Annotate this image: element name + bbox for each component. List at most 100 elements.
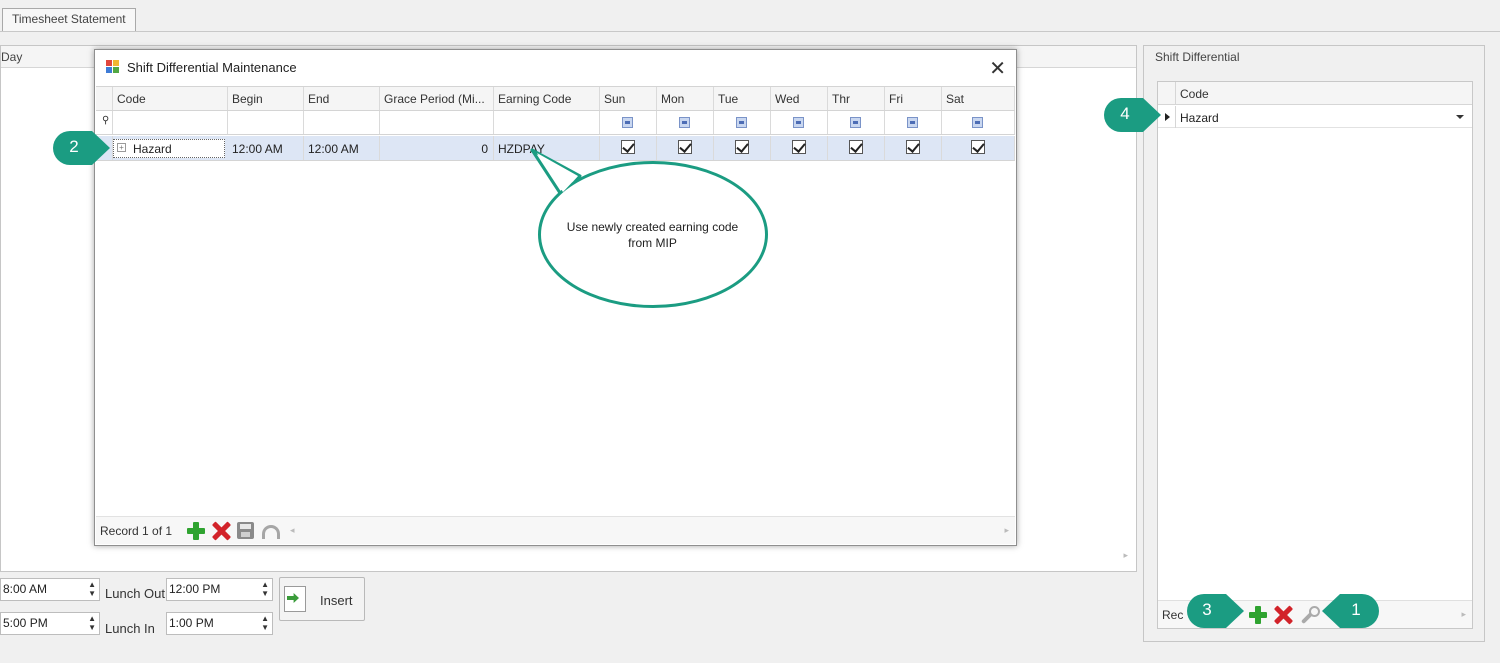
- cell-earning-code[interactable]: HZDPAY: [494, 136, 600, 160]
- panel-title: Shift Differential: [1155, 50, 1240, 64]
- column-header-thr[interactable]: Thr: [828, 87, 885, 110]
- code-value[interactable]: Hazard: [1180, 111, 1219, 125]
- filter-pin-icon: ⚲: [102, 115, 110, 126]
- time-out-field[interactable]: 5:00 PM ▲ ▼: [0, 612, 100, 635]
- shift-differential-panel: Shift Differential Code Hazard Rec ▸: [1143, 45, 1485, 642]
- column-header-sat[interactable]: Sat: [942, 87, 1015, 110]
- time-out-value: 5:00 PM: [3, 616, 48, 630]
- filter-checkbox-icon[interactable]: [736, 117, 747, 128]
- wed-checkbox[interactable]: [792, 140, 806, 154]
- time-out-spinner-icon[interactable]: ▲ ▼: [88, 614, 96, 632]
- filter-checkbox-icon[interactable]: [622, 117, 633, 128]
- cell-tue[interactable]: [714, 136, 771, 160]
- time-in-field[interactable]: 8:00 AM ▲ ▼: [0, 578, 100, 601]
- time-in-spinner-icon[interactable]: ▲ ▼: [88, 580, 96, 598]
- insert-button-label: Insert: [320, 593, 353, 608]
- filter-sat[interactable]: [942, 111, 1015, 134]
- shift-differential-table: Code Begin End Grace Period (Mi... Earni…: [96, 86, 1015, 518]
- cell-sat[interactable]: [942, 136, 1015, 160]
- filter-tue[interactable]: [714, 111, 771, 134]
- dialog-titlebar[interactable]: Shift Differential Maintenance ✕: [95, 50, 1016, 85]
- cell-sun[interactable]: [600, 136, 657, 160]
- filter-end[interactable]: [304, 111, 380, 134]
- close-icon[interactable]: ✕: [989, 56, 1006, 80]
- filter-checkbox-icon[interactable]: [850, 117, 861, 128]
- grid-header: Code: [1158, 82, 1472, 105]
- table-row[interactable]: Hazard: [1158, 106, 1472, 128]
- filter-thr[interactable]: [828, 111, 885, 134]
- filter-code[interactable]: [113, 111, 228, 134]
- scroll-right-arrow-icon[interactable]: ▸: [1004, 525, 1009, 536]
- scroll-right-arrow-icon[interactable]: ▸: [1461, 609, 1466, 620]
- callout-number: 1: [1351, 600, 1361, 619]
- delete-icon[interactable]: [1274, 606, 1292, 624]
- column-header-begin[interactable]: Begin: [228, 87, 304, 110]
- add-icon[interactable]: [1249, 606, 1267, 624]
- filter-checkbox-icon[interactable]: [907, 117, 918, 128]
- column-header-tue[interactable]: Tue: [714, 87, 771, 110]
- record-count-text: Rec: [1162, 608, 1184, 622]
- column-header-earning-code[interactable]: Earning Code: [494, 87, 600, 110]
- row-indicator-header: [96, 87, 113, 110]
- thr-checkbox[interactable]: [849, 140, 863, 154]
- cell-wed[interactable]: [771, 136, 828, 160]
- delete-icon[interactable]: [212, 522, 230, 540]
- chevron-down-icon[interactable]: [1456, 115, 1464, 119]
- filter-checkbox-icon[interactable]: [679, 117, 690, 128]
- dialog-title: Shift Differential Maintenance: [127, 60, 297, 75]
- column-header-day[interactable]: Day: [1, 50, 22, 64]
- cell-begin[interactable]: 12:00 AM: [228, 136, 304, 160]
- annotation-text: Use newly created earning code from MIP: [566, 220, 739, 250]
- scroll-right-arrow-icon[interactable]: ▸: [1123, 550, 1128, 561]
- filter-grace-period[interactable]: [380, 111, 494, 134]
- undo-icon[interactable]: [262, 525, 280, 539]
- sun-checkbox[interactable]: [621, 140, 635, 154]
- cell-mon[interactable]: [657, 136, 714, 160]
- filter-fri[interactable]: [885, 111, 942, 134]
- expand-icon[interactable]: +: [117, 143, 126, 152]
- filter-earning-code[interactable]: [494, 111, 600, 134]
- column-header-wed[interactable]: Wed: [771, 87, 828, 110]
- filter-mon[interactable]: [657, 111, 714, 134]
- tue-checkbox[interactable]: [735, 140, 749, 154]
- save-icon[interactable]: [237, 522, 254, 539]
- callout-1: 1: [1320, 593, 1380, 629]
- tab-timesheet-statement[interactable]: Timesheet Statement: [2, 8, 136, 31]
- lunch-out-label: Lunch Out: [105, 586, 165, 601]
- app-icon: [106, 60, 120, 73]
- cell-thr[interactable]: [828, 136, 885, 160]
- filter-sun[interactable]: [600, 111, 657, 134]
- column-header-grace-period[interactable]: Grace Period (Mi...: [380, 87, 494, 110]
- scroll-left-arrow-icon[interactable]: ◂: [290, 525, 295, 536]
- column-header-mon[interactable]: Mon: [657, 87, 714, 110]
- sat-checkbox[interactable]: [971, 140, 985, 154]
- cell-end[interactable]: 12:00 AM: [304, 136, 380, 160]
- column-header-sun[interactable]: Sun: [600, 87, 657, 110]
- column-header-code[interactable]: Code: [113, 87, 228, 110]
- filter-checkbox-icon[interactable]: [972, 117, 983, 128]
- table-header: Code Begin End Grace Period (Mi... Earni…: [96, 87, 1015, 111]
- cell-fri[interactable]: [885, 136, 942, 160]
- column-header-code[interactable]: Code: [1180, 87, 1209, 101]
- current-row-icon: [1165, 113, 1170, 121]
- column-header-end[interactable]: End: [304, 87, 380, 110]
- mon-checkbox[interactable]: [678, 140, 692, 154]
- column-header-fri[interactable]: Fri: [885, 87, 942, 110]
- table-row[interactable]: + Hazard 12:00 AM 12:00 AM 0 HZDPAY: [96, 136, 1015, 161]
- insert-button[interactable]: Insert: [279, 577, 365, 621]
- lunch-out-field[interactable]: 12:00 PM ▲ ▼: [166, 578, 273, 601]
- lunch-out-spinner-icon[interactable]: ▲ ▼: [261, 580, 269, 598]
- lunch-in-value: 1:00 PM: [169, 616, 214, 630]
- callout-3: 3: [1186, 593, 1246, 629]
- filter-wed[interactable]: [771, 111, 828, 134]
- cell-code[interactable]: Hazard: [133, 142, 172, 156]
- wrench-icon[interactable]: [1299, 606, 1320, 624]
- callout-number: 4: [1120, 104, 1130, 123]
- filter-begin[interactable]: [228, 111, 304, 134]
- fri-checkbox[interactable]: [906, 140, 920, 154]
- filter-checkbox-icon[interactable]: [793, 117, 804, 128]
- lunch-in-field[interactable]: 1:00 PM ▲ ▼: [166, 612, 273, 635]
- cell-grace-period[interactable]: 0: [380, 136, 494, 160]
- lunch-in-spinner-icon[interactable]: ▲ ▼: [261, 614, 269, 632]
- add-icon[interactable]: [187, 522, 205, 540]
